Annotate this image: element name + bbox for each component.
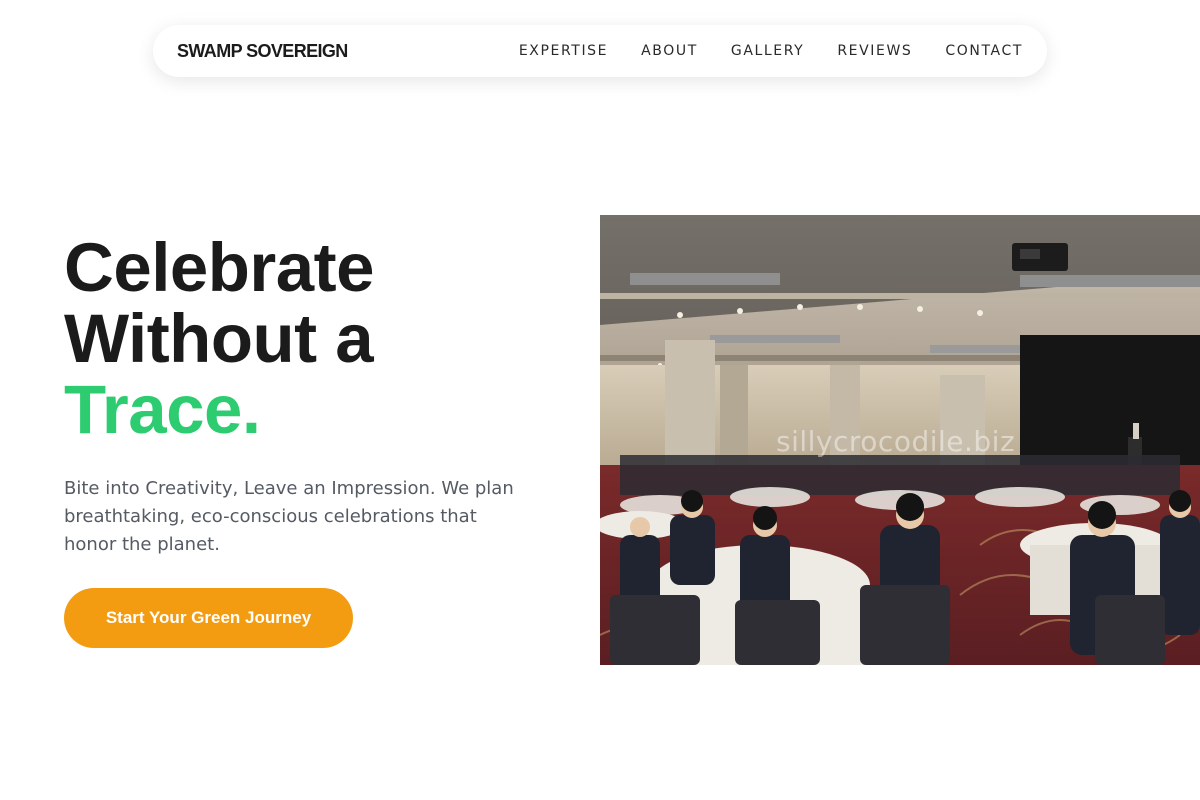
headline-accent: Trace. [64,371,261,448]
nav-link-contact[interactable]: CONTACT [945,43,1023,59]
nav-link-reviews[interactable]: REVIEWS [837,43,912,59]
hero-headline: Celebrate Without a Trace. [64,232,534,445]
nav-link-about[interactable]: ABOUT [641,43,698,59]
nav-links: EXPERTISE ABOUT GALLERY REVIEWS CONTACT [519,43,1023,59]
nav-link-expertise[interactable]: EXPERTISE [519,43,608,59]
nav-link-gallery[interactable]: GALLERY [731,43,804,59]
top-navbar: SWAMP SOVEREIGN EXPERTISE ABOUT GALLERY … [153,25,1047,77]
headline-line-2: Without a [64,300,374,377]
start-green-journey-button[interactable]: Start Your Green Journey [64,588,353,648]
headline-line-1: Celebrate [64,229,374,306]
hero-section: Celebrate Without a Trace. Bite into Cre… [64,232,534,559]
image-watermark: sillycrocodile.biz [776,425,1016,458]
hero-subtext: Bite into Creativity, Leave an Impressio… [64,478,514,555]
brand-logo[interactable]: SWAMP SOVEREIGN [177,41,348,62]
hero-event-photo: sillycrocodile.biz [600,215,1200,665]
